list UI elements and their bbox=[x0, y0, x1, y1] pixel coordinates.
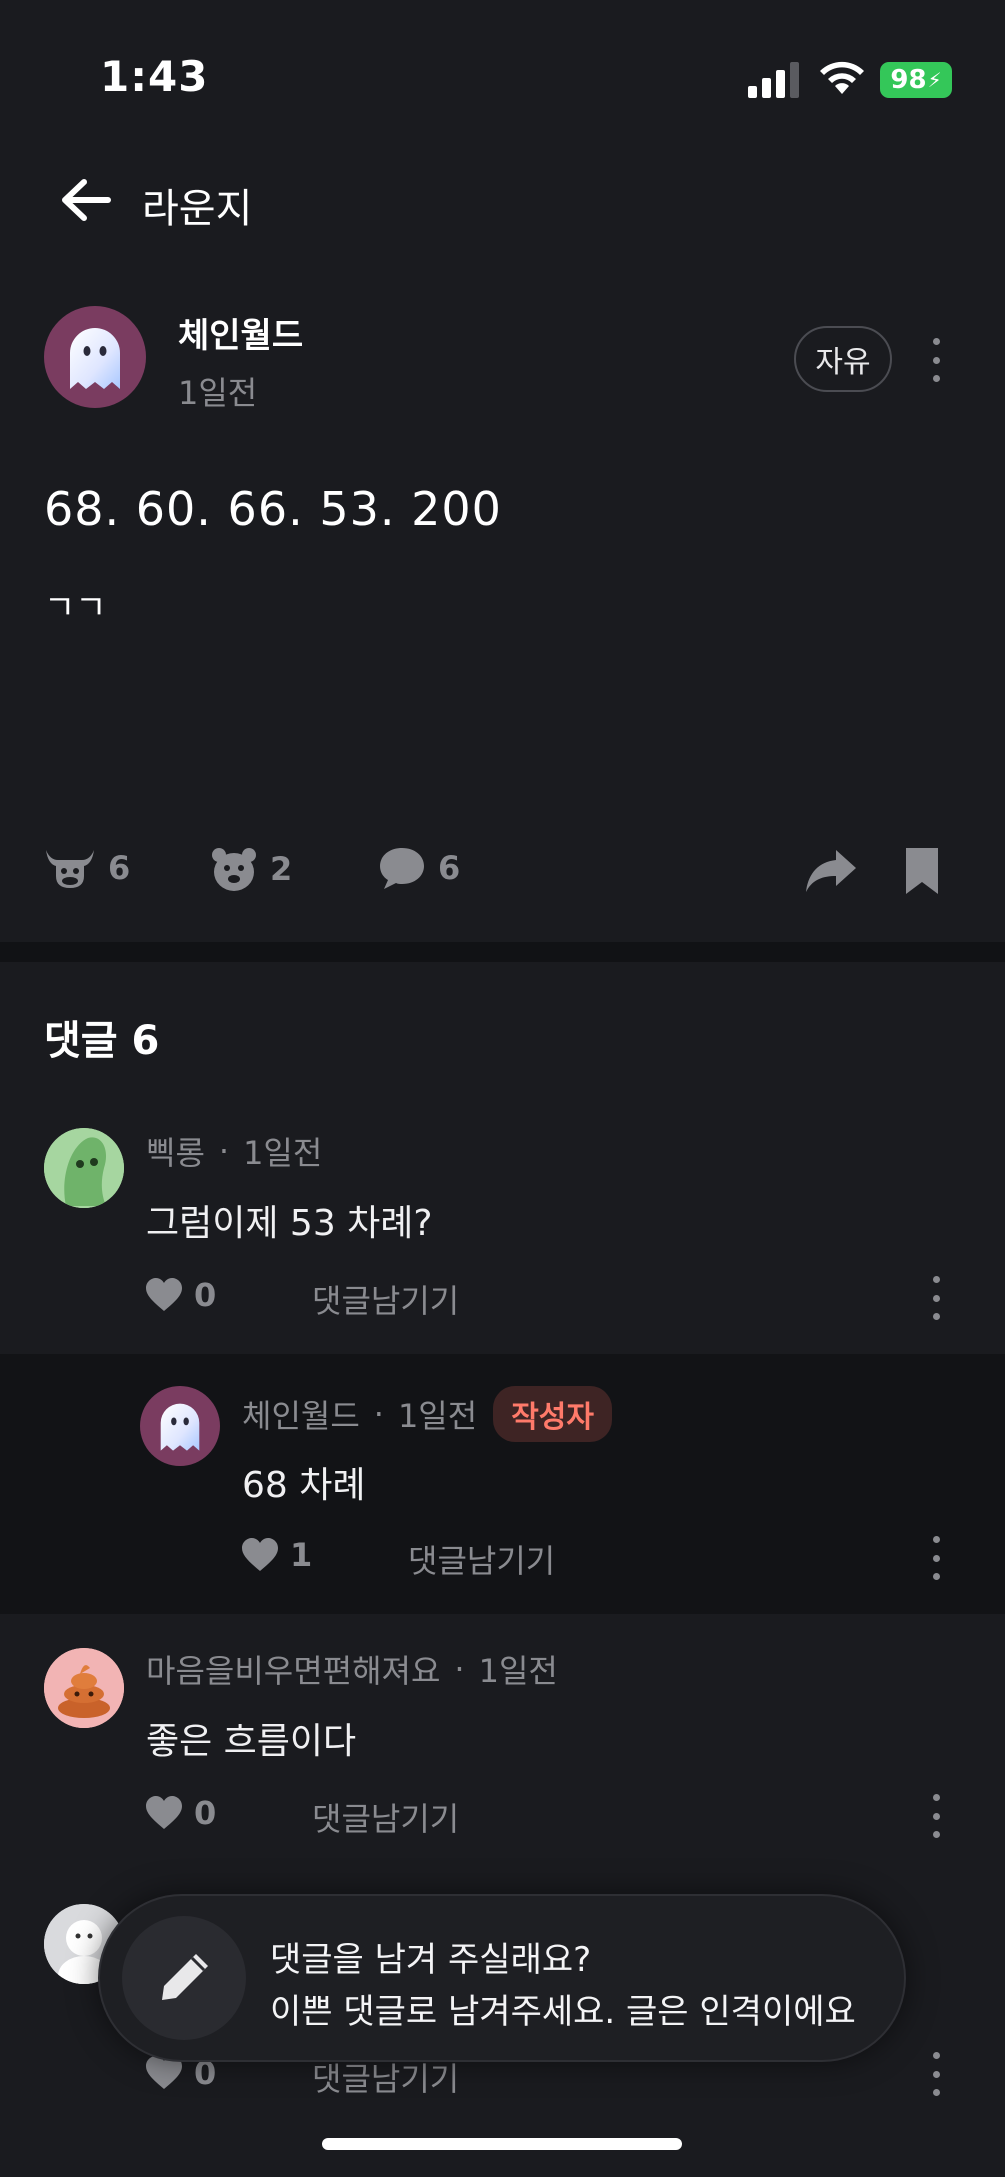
bull-icon bbox=[46, 850, 94, 888]
comment-count: 6 bbox=[438, 849, 461, 887]
commenter-avatar[interactable] bbox=[44, 1648, 124, 1728]
like-button[interactable]: 0 bbox=[144, 1794, 216, 1832]
like-button[interactable]: 1 bbox=[240, 1536, 312, 1574]
heart-icon bbox=[242, 1538, 278, 1571]
author-avatar[interactable] bbox=[44, 306, 146, 408]
category-tag-button[interactable]: 자유 bbox=[794, 326, 892, 392]
heart-icon bbox=[146, 1278, 182, 1311]
status-time: 1:43 bbox=[100, 52, 209, 101]
comment-author[interactable]: 삑롱 bbox=[146, 1128, 205, 1174]
post-timestamp: 1일전 bbox=[178, 374, 258, 412]
frog-face-icon bbox=[44, 1128, 124, 1208]
battery-level: 98 bbox=[890, 65, 927, 95]
comment-time: 1일전 bbox=[243, 1134, 323, 1172]
comment-more-icon[interactable] bbox=[926, 2052, 946, 2096]
battery-indicator: 98 ⚡ bbox=[880, 62, 952, 98]
cellular-signal-icon bbox=[748, 62, 799, 98]
like-button[interactable]: 0 bbox=[144, 1276, 216, 1314]
bookmark-icon[interactable] bbox=[904, 846, 940, 896]
reply-time: 1일전 bbox=[397, 1397, 478, 1435]
comment-more-icon[interactable] bbox=[926, 1536, 946, 1580]
reply-text: 68 차례 bbox=[242, 1465, 366, 1506]
comment-meta: 삑롱 · 1일전 bbox=[146, 1128, 322, 1174]
bear-icon bbox=[212, 848, 256, 891]
heart-icon bbox=[146, 1796, 182, 1829]
separator-dot: · bbox=[373, 1395, 384, 1433]
speech-bubble-icon bbox=[380, 848, 424, 889]
bear-reaction-button[interactable]: 2 bbox=[210, 846, 292, 892]
share-icon[interactable] bbox=[804, 848, 858, 894]
reply-author[interactable]: 체인월드 bbox=[242, 1391, 360, 1437]
separator-dot: · bbox=[454, 1650, 465, 1688]
poop-icon bbox=[44, 1648, 124, 1728]
wifi-icon bbox=[820, 61, 864, 94]
author-badge: 작성자 bbox=[493, 1386, 612, 1442]
commenter-avatar[interactable] bbox=[44, 1128, 124, 1208]
comment-author[interactable]: 마음을비우면편해져요 bbox=[146, 1646, 440, 1692]
charging-icon: ⚡ bbox=[927, 68, 942, 92]
reply-button[interactable]: 댓글남기기 bbox=[408, 1536, 555, 1582]
bull-reaction-button[interactable]: 6 bbox=[44, 846, 130, 890]
page-title: 라운지 bbox=[142, 186, 253, 232]
post-title: 68. 60. 66. 53. 200 bbox=[44, 482, 502, 536]
comment-meta: 마음을비우면편해져요 · 1일전 bbox=[146, 1646, 558, 1692]
separator-dot: · bbox=[218, 1132, 230, 1170]
like-count: 0 bbox=[194, 1276, 217, 1314]
reply-button[interactable]: 댓글남기기 bbox=[312, 1276, 459, 1322]
back-arrow-icon[interactable] bbox=[60, 178, 112, 222]
comment-count-button[interactable]: 6 bbox=[378, 846, 460, 890]
composer-prompt: 댓글을 남겨 주실래요? bbox=[270, 1940, 592, 1980]
comment-text: 그럼이제 53 차례? bbox=[146, 1203, 433, 1244]
reply-meta: 체인월드 · 1일전 작성자 bbox=[242, 1386, 612, 1442]
home-indicator[interactable] bbox=[322, 2138, 682, 2150]
comments-heading: 댓글 6 bbox=[44, 1018, 160, 1064]
like-count: 0 bbox=[194, 1794, 217, 1832]
post-author-name[interactable]: 체인월드 bbox=[178, 308, 303, 357]
comment-composer-button[interactable]: 댓글을 남겨 주실래요? 이쁜 댓글로 남겨주세요. 글은 인격이에요 bbox=[98, 1894, 906, 2062]
bull-count: 6 bbox=[108, 849, 131, 887]
reply-button[interactable]: 댓글남기기 bbox=[312, 1794, 459, 1840]
composer-hint: 이쁜 댓글로 남겨주세요. 글은 인격이에요 bbox=[270, 1992, 856, 2032]
comment-more-icon[interactable] bbox=[926, 1794, 946, 1838]
pencil-icon bbox=[162, 1954, 208, 2000]
comment-text: 좋은 흐름이다 bbox=[146, 1721, 357, 1762]
ghost-icon bbox=[70, 328, 120, 389]
bear-count: 2 bbox=[270, 850, 293, 888]
like-count: 1 bbox=[290, 1536, 313, 1574]
ghost-icon bbox=[160, 1403, 200, 1451]
comment-time: 1일전 bbox=[478, 1652, 558, 1690]
section-divider bbox=[0, 942, 1005, 962]
reply-author-avatar[interactable] bbox=[140, 1386, 220, 1466]
post-body: ㄱㄱ bbox=[44, 588, 107, 628]
composer-icon-circle bbox=[122, 1916, 246, 2040]
comment-more-icon[interactable] bbox=[926, 1276, 946, 1320]
more-options-icon[interactable] bbox=[926, 338, 946, 382]
